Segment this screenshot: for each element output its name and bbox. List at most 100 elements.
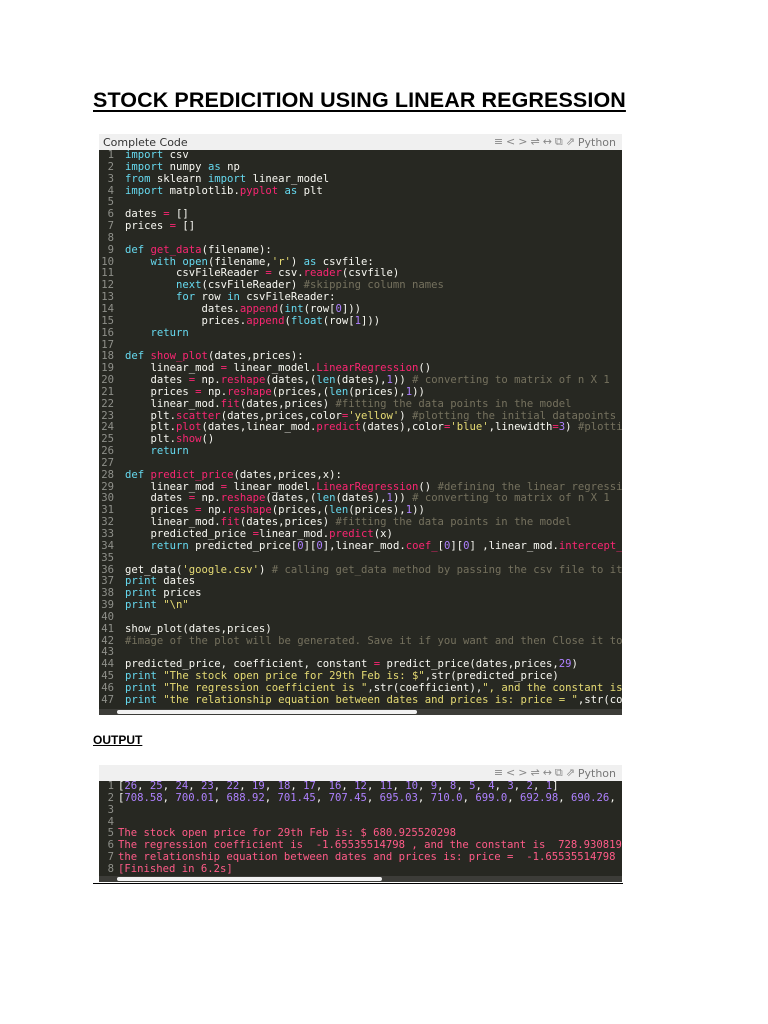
line-text: plt.show(): [125, 434, 215, 446]
code-panel: Complete Code ≡<>⇌↔⧉⇗ Python 1 import csv…: [99, 134, 622, 715]
line-number: 16: [101, 327, 114, 339]
code-line: 1 import csv: [99, 150, 622, 162]
code-line: 3 from sklearn import linear_model: [99, 174, 622, 186]
code-line: 27: [99, 458, 622, 470]
line-number: 14: [101, 303, 114, 315]
line-text: plt.plot(dates,linear_mod.predict(dates)…: [125, 422, 623, 434]
line-number: 47: [101, 694, 114, 706]
code-line: 17: [99, 340, 622, 352]
line-number: 34: [101, 540, 114, 552]
popout-icon[interactable]: ⇗: [566, 135, 578, 148]
copy-icon[interactable]: ⧉: [555, 135, 566, 148]
wrap-icon[interactable]: ⇌: [530, 135, 542, 148]
line-text: dates = []: [125, 209, 189, 221]
code-line: 46 print "The regression coefficient is "…: [99, 683, 622, 695]
code-line: 9 def get_data(filename):: [99, 245, 622, 257]
code-line: 5 The stock open price for 29th Feb is: $…: [99, 828, 622, 840]
code-line: 35: [99, 553, 622, 565]
line-text: def get_data(filename):: [125, 244, 272, 256]
code-line: 6 dates = []: [99, 209, 622, 221]
line-number: 5: [107, 828, 114, 840]
line-number: 18: [101, 351, 114, 363]
line-number: 1: [107, 150, 114, 161]
line-text: prices.append(float(row[1])): [125, 315, 381, 327]
wrap-icon[interactable]: ⇌: [530, 766, 542, 779]
line-text: import csv: [125, 150, 189, 161]
copy-icon[interactable]: ⧉: [555, 766, 566, 779]
code-line: 8: [99, 233, 622, 245]
code-body: 1 import csv 2 import numpy as np 3 from skle…: [99, 150, 622, 715]
scrollbar-thumb[interactable]: [117, 877, 382, 881]
line-number: 36: [101, 564, 114, 576]
lines-icon[interactable]: ≡: [494, 766, 506, 779]
line-number: 42: [101, 635, 114, 647]
line-text: [Finished in 6.2s]: [118, 863, 233, 875]
line-number: 8: [107, 863, 114, 875]
line-text: prices = np.reshape(prices,(len(prices),…: [125, 386, 425, 398]
code-icon[interactable]: <>: [506, 766, 530, 779]
output-panel: ≡<>⇌↔⧉⇗ Python 1 [26, 25, 24, 23, 22, 19,…: [99, 765, 622, 882]
line-number: 19: [101, 363, 114, 375]
code-line: 4 import matplotlib.pyplot as plt: [99, 186, 622, 198]
line-number: 4: [107, 816, 114, 828]
line-number: 2: [107, 792, 114, 804]
line-text: plt.scatter(dates,prices,color='yellow')…: [125, 410, 617, 422]
code-line: 1 [26, 25, 24, 23, 22, 19, 18, 17, 16, 12…: [99, 781, 622, 793]
horizontal-scrollbar[interactable]: [99, 876, 622, 882]
document-title: STOCK PREDICITION USING LINEAR REGRESSIO…: [93, 88, 626, 112]
line-number: 8: [107, 232, 114, 244]
line-number: 35: [101, 552, 114, 564]
scrollbar-thumb[interactable]: [117, 710, 417, 714]
code-line: 42 #image of the plot will be generated. …: [99, 636, 622, 648]
line-number: 21: [101, 386, 114, 398]
code-icon[interactable]: <>: [506, 135, 530, 148]
code-line: 3: [99, 805, 622, 817]
code-line: 4: [99, 817, 622, 829]
expand-icon[interactable]: ↔: [543, 766, 555, 779]
line-text: with open(filename,'r') as csvfile:: [150, 256, 374, 268]
line-text: print "The stock open price for 29th Feb…: [125, 671, 559, 683]
line-number: 6: [107, 209, 114, 221]
line-number: 41: [101, 623, 114, 635]
line-number: 32: [101, 517, 114, 529]
code-line: 41 show_plot(dates,prices): [99, 624, 622, 636]
line-text: return: [150, 327, 189, 339]
horizontal-scrollbar[interactable]: [99, 709, 622, 715]
lines-icon[interactable]: ≡: [494, 135, 506, 148]
line-number: 29: [101, 481, 114, 493]
popout-icon[interactable]: ⇗: [566, 766, 578, 779]
toolbar-icons: ≡<>⇌↔⧉⇗: [494, 766, 578, 780]
code-line: 25 plt.show(): [99, 434, 622, 446]
line-text: next(csvFileReader) #skipping column nam…: [176, 280, 444, 292]
line-text: The stock open price for 29th Feb is: $ …: [118, 828, 457, 840]
line-number: 12: [101, 280, 114, 292]
code-line: 40: [99, 612, 622, 624]
line-text: [26, 25, 24, 23, 22, 19, 18, 17, 16, 12,…: [118, 781, 559, 792]
code-line: 24 plt.plot(dates,linear_mod.predict(dat…: [99, 422, 622, 434]
code-line: 21 prices = np.reshape(prices,(len(price…: [99, 387, 622, 399]
expand-icon[interactable]: ↔: [543, 135, 555, 148]
line-number: 44: [101, 659, 114, 671]
output-underline: [93, 883, 623, 884]
code-line: 15 prices.append(float(row[1])): [99, 316, 622, 328]
line-text: print "the relationship equation between…: [125, 694, 622, 706]
code-line: 5: [99, 197, 622, 209]
code-line: 34 return predicted_price[0][0],linear_m…: [99, 541, 622, 553]
code-line: 12 next(csvFileReader) #skipping column …: [99, 280, 622, 292]
line-number: 11: [101, 268, 114, 280]
code-line: 7 the relationship equation between dates…: [99, 852, 622, 864]
code-line: 36 get_data('google.csv') # calling get_d…: [99, 565, 622, 577]
line-number: 23: [101, 410, 114, 422]
line-text: return predicted_price[0][0],linear_mod.…: [150, 540, 622, 552]
code-line: 11 csvFileReader = csv.reader(csvfile): [99, 268, 622, 280]
line-number: 15: [101, 315, 114, 327]
line-number: 39: [101, 600, 114, 612]
line-number: 27: [101, 457, 114, 469]
line-text: linear_mod.fit(dates,prices) #fitting th…: [125, 517, 572, 529]
line-number: 13: [101, 292, 114, 304]
code-line: 47 print "the relationship equation betwe…: [99, 695, 622, 707]
line-number: 7: [107, 221, 114, 233]
code-line: 37 print dates: [99, 576, 622, 588]
code-toolbar: Complete Code ≡<>⇌↔⧉⇗ Python: [99, 134, 622, 151]
line-number: 31: [101, 505, 114, 517]
